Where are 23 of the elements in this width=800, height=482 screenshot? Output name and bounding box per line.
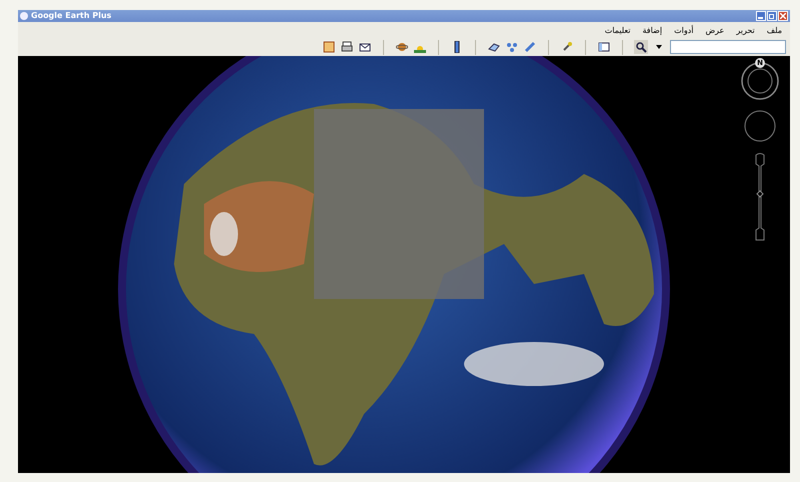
window-title: Google Earth Plus bbox=[31, 10, 112, 22]
search-icon[interactable] bbox=[634, 40, 648, 54]
search-field[interactable] bbox=[670, 40, 786, 54]
planet-icon[interactable] bbox=[395, 40, 409, 54]
menu-item[interactable]: تعليمات bbox=[604, 26, 630, 34]
slider-thumb[interactable] bbox=[756, 190, 764, 198]
menu-item[interactable]: إضافة bbox=[642, 26, 662, 34]
earth-icon bbox=[20, 12, 28, 20]
printer-icon[interactable] bbox=[340, 40, 354, 54]
menu-item[interactable]: عرض bbox=[705, 26, 724, 34]
image-icon[interactable] bbox=[322, 40, 336, 54]
restore-button[interactable] bbox=[767, 11, 777, 21]
close-icon bbox=[780, 13, 786, 19]
menu-item[interactable]: أدوات bbox=[674, 26, 694, 34]
close-button[interactable] bbox=[778, 11, 788, 21]
menu-item[interactable]: تحرير bbox=[736, 26, 755, 34]
path-icon[interactable] bbox=[523, 40, 537, 54]
menu-item[interactable]: ملف bbox=[766, 26, 782, 34]
minimize-button[interactable] bbox=[756, 11, 766, 21]
restore-icon bbox=[769, 13, 775, 19]
tilt-control[interactable] bbox=[744, 110, 776, 142]
zoom-slider[interactable] bbox=[753, 152, 767, 242]
sidebar-icon[interactable] bbox=[597, 40, 611, 54]
